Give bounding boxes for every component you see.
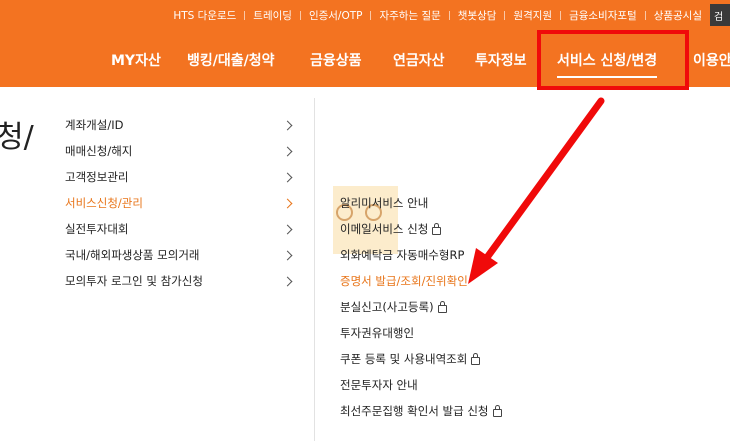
arrow-shaft [479,97,605,267]
annotation-arrow [468,97,605,284]
